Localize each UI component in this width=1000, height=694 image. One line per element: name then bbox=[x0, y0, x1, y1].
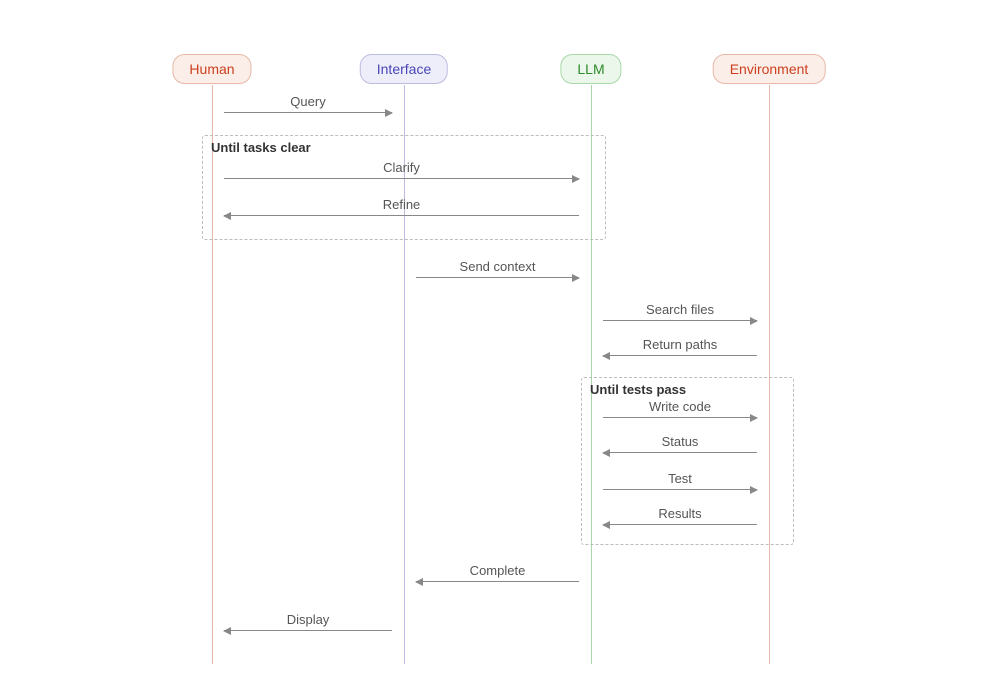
loop-tasks-clear: Until tasks clear bbox=[202, 135, 606, 240]
arrow-complete bbox=[416, 581, 579, 582]
arrow-display bbox=[224, 630, 392, 631]
message-label-write_code: Write code bbox=[649, 399, 711, 414]
message-label-refine: Refine bbox=[383, 197, 421, 212]
participant-label: Environment bbox=[730, 61, 809, 77]
participant-llm: LLM bbox=[560, 54, 621, 84]
arrow-test bbox=[603, 489, 757, 490]
message-label-clarify: Clarify bbox=[383, 160, 420, 175]
message-label-search_files: Search files bbox=[646, 302, 714, 317]
message-label-return_paths: Return paths bbox=[643, 337, 717, 352]
arrow-write_code bbox=[603, 417, 757, 418]
loop-label: Until tasks clear bbox=[211, 140, 311, 155]
participant-environment: Environment bbox=[713, 54, 826, 84]
message-label-status: Status bbox=[662, 434, 699, 449]
lifeline-environment bbox=[769, 85, 770, 664]
message-label-query: Query bbox=[290, 94, 325, 109]
arrow-send_context bbox=[416, 277, 579, 278]
message-label-send_context: Send context bbox=[460, 259, 536, 274]
participant-interface: Interface bbox=[360, 54, 448, 84]
arrow-refine bbox=[224, 215, 579, 216]
loop-label: Until tests pass bbox=[590, 382, 686, 397]
participant-human: Human bbox=[172, 54, 251, 84]
message-label-results: Results bbox=[658, 506, 701, 521]
arrow-query bbox=[224, 112, 392, 113]
participant-label: LLM bbox=[577, 61, 604, 77]
message-label-display: Display bbox=[287, 612, 330, 627]
arrow-clarify bbox=[224, 178, 579, 179]
arrow-return_paths bbox=[603, 355, 757, 356]
message-label-complete: Complete bbox=[470, 563, 526, 578]
arrow-search_files bbox=[603, 320, 757, 321]
arrow-status bbox=[603, 452, 757, 453]
message-label-test: Test bbox=[668, 471, 692, 486]
participant-label: Interface bbox=[377, 61, 431, 77]
participant-label: Human bbox=[189, 61, 234, 77]
arrow-results bbox=[603, 524, 757, 525]
